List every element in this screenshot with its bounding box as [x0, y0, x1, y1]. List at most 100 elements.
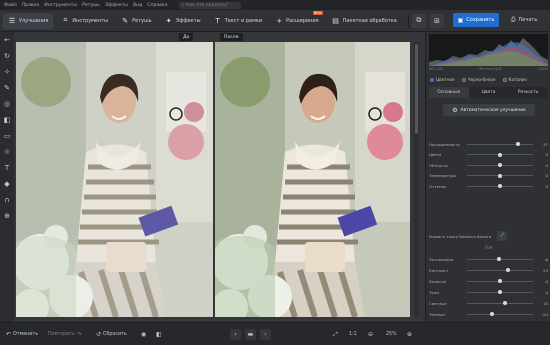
next-image-button[interactable]: ›	[260, 329, 271, 340]
vertical-scrollbar[interactable]	[414, 42, 419, 317]
slider-knob[interactable]	[490, 312, 495, 316]
tone-slider-track[interactable]	[467, 312, 533, 316]
undo-button[interactable]: ↶ Отменить	[6, 329, 38, 340]
zoom-in-button[interactable]: ⊕	[407, 329, 414, 340]
pen-icon[interactable]: ✎	[2, 83, 12, 93]
back-arrow-icon[interactable]: ←	[2, 35, 12, 45]
tone-slider-row: Засветы 0	[429, 277, 548, 285]
tone-slider-track[interactable]	[467, 268, 533, 272]
split-view-button[interactable]: ⊞	[429, 13, 444, 28]
tab-retouch[interactable]: ✎ Ретушь	[116, 13, 157, 29]
compare-square-icon: ◧	[156, 331, 162, 338]
color-slider-track[interactable]	[467, 184, 533, 188]
batch-icon: ▤	[332, 16, 339, 25]
tab-extensions-label: Расширения	[286, 17, 319, 24]
search-icon: ⌕	[181, 3, 185, 8]
color-slider-track[interactable]	[467, 163, 533, 167]
tone-slider-track[interactable]	[467, 279, 533, 283]
color-mode-color-label: Цветное	[436, 77, 455, 82]
tone-slider-label: Экспозиция	[429, 256, 454, 262]
magnet-icon[interactable]: ∩	[2, 195, 12, 205]
menu-search[interactable]: ⌕ Как это сделать?	[178, 1, 241, 9]
slider-knob[interactable]	[498, 152, 502, 157]
fill-icon[interactable]: ◆	[2, 179, 12, 189]
auto-enhance-button[interactable]: ⚙ Автоматическое улучшение	[443, 104, 535, 116]
histogram-graph	[429, 38, 548, 66]
wand-icon[interactable]: ✧	[2, 67, 12, 77]
menu-tools[interactable]: Инструменты	[44, 3, 77, 8]
menu-file[interactable]: Файл	[4, 3, 17, 8]
sliders-icon: ☰	[8, 16, 16, 25]
preview-toggle[interactable]: ◉	[141, 329, 148, 340]
tab-enhance[interactable]: ☰ Улучшения	[3, 12, 54, 29]
zoom-out-button[interactable]: ⊖	[368, 329, 375, 340]
save-button[interactable]: ▣ Сохранить	[453, 13, 499, 27]
tab-effects[interactable]: ✦ Эффекты	[160, 13, 206, 29]
color-slider-label: Насыщенность	[429, 141, 460, 147]
eraser-icon[interactable]: ◧	[2, 115, 12, 125]
open-folder-button[interactable]: ▬	[245, 329, 256, 340]
slider-knob[interactable]	[498, 290, 502, 294]
menu-help[interactable]: Справка	[147, 3, 167, 8]
color-slider-track[interactable]	[467, 152, 533, 157]
zoom-out-icon: ⊖	[368, 331, 374, 338]
fit-to-screen-button[interactable]: ⤢	[333, 329, 340, 340]
slider-knob[interactable]	[498, 184, 502, 188]
rectangle-icon[interactable]: ▭	[2, 131, 12, 141]
color-slider-value: 37	[543, 141, 548, 147]
menu-effects[interactable]: Эффекты	[105, 3, 128, 8]
slider-knob[interactable]	[498, 163, 502, 167]
text-tool-icon[interactable]: T	[2, 163, 12, 173]
slider-knob[interactable]	[503, 301, 508, 305]
color-slider-track[interactable]	[467, 142, 533, 146]
tab-text-frames[interactable]: T Текст и рамки	[209, 13, 268, 29]
slider-knob[interactable]	[496, 257, 501, 261]
slider-knob[interactable]	[498, 173, 502, 178]
slider-knob[interactable]	[505, 268, 510, 272]
tone-slider-track[interactable]	[467, 290, 533, 294]
tone-slider-track[interactable]	[467, 257, 533, 261]
scrollbar-thumb[interactable]	[415, 44, 418, 134]
split-icon: ⊞	[433, 16, 440, 25]
undo-icon: ↶	[6, 331, 12, 338]
print-button[interactable]: ⎙ Печать	[502, 13, 546, 27]
actual-size-button[interactable]: 1:1	[349, 329, 357, 340]
prev-image-button[interactable]: ‹	[230, 329, 241, 340]
color-slider-label: Температура	[429, 173, 456, 178]
color-mode-sepia[interactable]: Катализ	[502, 77, 527, 82]
tone-slider-label: Засветы	[429, 278, 447, 284]
compare-view-button[interactable]: ⧉	[411, 13, 426, 28]
sun-icon[interactable]: ☼	[2, 147, 12, 157]
tone-slider-track[interactable]	[467, 301, 533, 305]
color-mode-bw[interactable]: Черно-белое	[461, 77, 496, 82]
woman-portrait-after	[215, 42, 410, 317]
menu-retouch[interactable]: Ретушь	[82, 3, 100, 8]
slider-knob[interactable]	[498, 279, 502, 283]
toolbar-divider	[407, 13, 409, 28]
tone-slider-label: Светлые	[429, 300, 447, 306]
photo-canvas[interactable]: До После	[14, 32, 425, 322]
after-label: После	[220, 33, 243, 41]
tab-batch[interactable]: ▤ Пакетная обработка	[327, 13, 402, 29]
tab-sharpness[interactable]: Резкость	[508, 87, 548, 98]
menu-view[interactable]: Вид	[133, 3, 142, 8]
tab-colors[interactable]: Цвета	[469, 87, 509, 98]
menu-edit[interactable]: Правка	[22, 3, 39, 8]
globe-icon[interactable]: ⊕	[2, 211, 12, 221]
color-mode-color[interactable]: Цветное	[430, 77, 455, 82]
color-slider-track[interactable]	[467, 173, 533, 178]
slider-knob[interactable]	[516, 142, 521, 146]
tab-basic[interactable]: Основные	[429, 87, 469, 98]
fit-screen-icon: ⤢	[333, 330, 338, 338]
crop-icon: ⌗	[63, 16, 68, 24]
reset-button[interactable]: ↺ Сбросить	[96, 329, 127, 340]
target-icon[interactable]: ◎	[2, 99, 12, 109]
tone-section-title: Тон	[484, 245, 493, 250]
tab-text-frames-label: Текст и рамки	[224, 17, 263, 24]
eyedropper-button[interactable]: ⟋	[497, 231, 508, 241]
compare-toggle[interactable]: ◧	[156, 329, 164, 340]
rotate-icon[interactable]: ↻	[2, 51, 12, 61]
tab-tools[interactable]: ⌗ Инструменты	[56, 13, 113, 29]
tab-extensions[interactable]: + Расширения NEW	[270, 10, 323, 29]
redo-button[interactable]: Повторить ↷	[48, 329, 84, 340]
